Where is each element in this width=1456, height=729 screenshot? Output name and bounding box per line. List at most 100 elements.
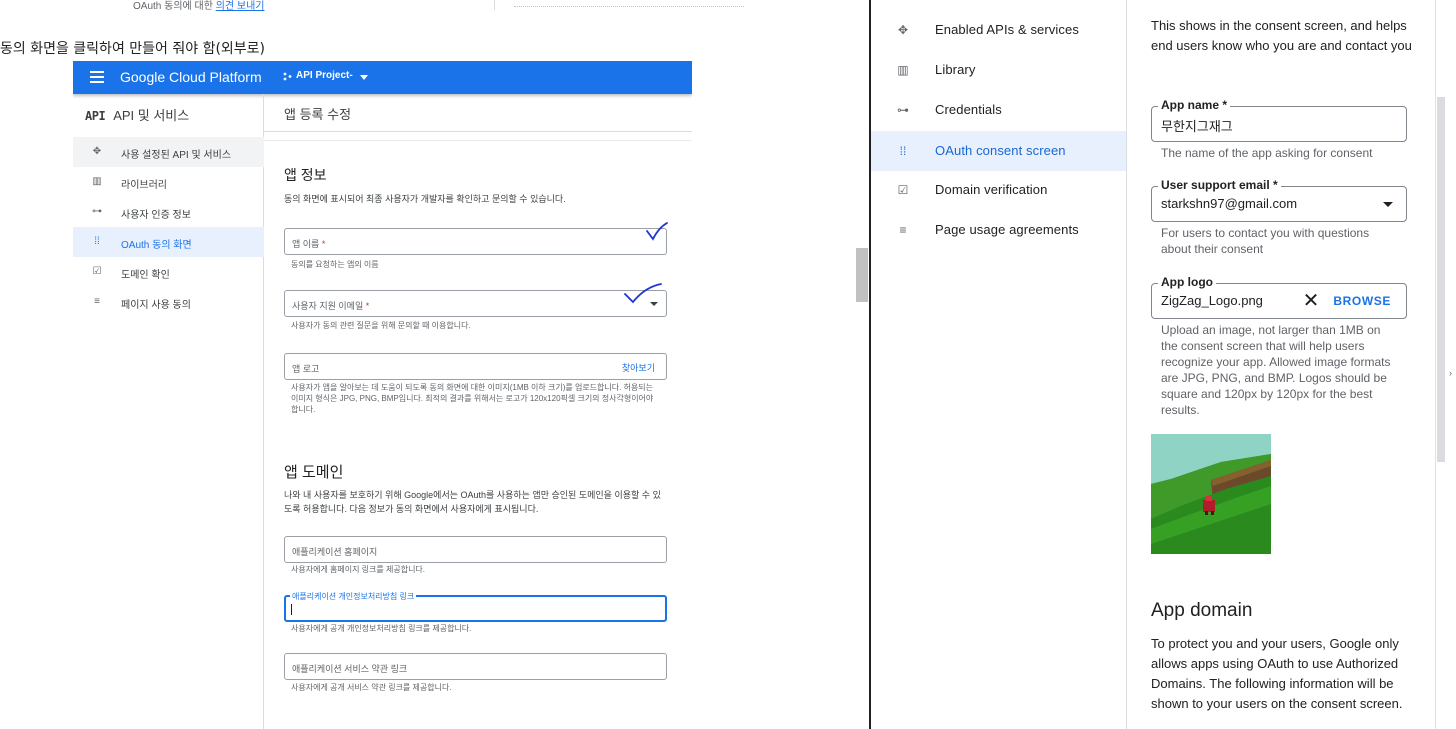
privacy-policy-label: 애플리케이션 개인정보처리방침 링크 [290, 591, 417, 602]
app-domain-desc: 나와 내 사용자를 보호하기 위해 Google에서는 OAuth를 사용하는 … [284, 490, 661, 514]
homepage-hint: 사용자에게 홈페이지 링크를 제공합니다. [291, 565, 426, 574]
terms-placeholder: 애플리케이션 서비스 약관 링크 [292, 664, 408, 674]
sidebar-item-library[interactable]: ▥ Library [871, 50, 1126, 90]
terms-of-service-field[interactable]: 애플리케이션 서비스 약관 링크 [284, 653, 667, 680]
chevron-right-icon: › [1449, 368, 1452, 378]
terms-hint: 사용자에게 공개 서비스 약관 링크를 제공합니다. [291, 683, 452, 692]
sidebar-item-library[interactable]: ▥ 라이브러리 [73, 167, 264, 197]
app-logo-hint: 사용자가 앱을 알아보는 데 도움이 되도록 동의 화면에 대한 이미지(1MB… [291, 383, 654, 414]
scrollbar-track[interactable] [855, 0, 870, 729]
page-title: 앱 등록 수정 [284, 107, 352, 122]
sidebar-item-label: Enabled APIs & services [935, 22, 1079, 37]
scrollbar-thumb[interactable] [856, 248, 868, 302]
sidebar-item-credentials[interactable]: ⊶ Credentials [871, 90, 1126, 130]
app-logo-hint: Upload an image, not larger than 1MB on … [1161, 323, 1391, 417]
app-logo-input[interactable]: App logo ZigZag_Logo.png ✕ BROWSE [1151, 275, 1407, 319]
sidebar-item-enabled-apis[interactable]: ✥ Enabled APIs & services [871, 10, 1126, 50]
checkbox-icon: ☑ [897, 183, 909, 197]
sidebar-item-label: 라이브러리 [121, 180, 167, 191]
checkmark-icon [646, 222, 668, 241]
app-info-title: 앱 정보 [284, 167, 327, 183]
sidebar-item-label: Page usage agreements [935, 222, 1079, 237]
privacy-policy-hint: 사용자에게 공개 개인정보처리방침 링크를 제공합니다. [291, 624, 472, 633]
divider [264, 140, 692, 141]
settings-list-icon: ≡ [899, 223, 907, 237]
sidebar-item-page-usage[interactable]: ≡ Page usage agreements [871, 210, 1126, 250]
app-logo-label: App logo [1158, 275, 1216, 289]
chevron-down-icon [1383, 202, 1393, 207]
app-domain-title: App domain [1151, 600, 1253, 621]
consent-form: This shows in the consent screen, and he… [1127, 0, 1435, 729]
doc-caption: 동의 화면을 클릭하여 만들어 줘야 함(외부로) [0, 41, 266, 57]
chevron-down-icon[interactable] [360, 75, 368, 80]
document-area: OAuth 동의에 대한 의견 보내기 동의 화면을 클릭하여 만들어 줘야 함… [0, 0, 855, 729]
privacy-policy-field[interactable]: 애플리케이션 개인정보처리방침 링크 [284, 591, 667, 622]
checkbox-icon: ☑ [92, 266, 102, 277]
support-email-select[interactable]: User support email * starkshn97@gmail.co… [1151, 178, 1407, 222]
support-email-field[interactable]: 사용자 지원 이메일 * [284, 290, 667, 317]
sidebar-item-label: 사용자 인증 정보 [121, 210, 191, 221]
api-services-title: API 및 서비스 [113, 108, 190, 123]
sidebar-item-domain-verification[interactable]: ☑ Domain verification [871, 170, 1126, 210]
api-icon: API [85, 109, 106, 123]
app-domain-title: 앱 도메인 [284, 464, 344, 481]
homepage-field[interactable]: 애플리케이션 홈페이지 [284, 536, 667, 563]
app-name-input[interactable]: App name * 무한지그재그 [1151, 98, 1407, 142]
project-icon [283, 72, 292, 81]
sidebar-item-label: Library [935, 62, 976, 77]
sidebar-item-label: Domain verification [935, 182, 1048, 197]
homepage-placeholder: 애플리케이션 홈페이지 [292, 547, 378, 557]
diamond-arrows-icon: ✥ [92, 146, 102, 157]
library-icon: ▥ [897, 63, 909, 77]
close-icon[interactable]: ✕ [1302, 291, 1320, 311]
app-info-desc: 동의 화면에 표시되어 최종 사용자가 개발자를 확인하고 문의할 수 있습니다… [284, 194, 566, 204]
oauth-dots-icon: ⁞⁞ [94, 236, 100, 247]
support-email-placeholder: 사용자 지원 이메일 * [292, 301, 370, 311]
checkmark-icon [624, 283, 662, 304]
app-logo-placeholder: 앱 로고 [292, 364, 320, 374]
browse-button[interactable]: BROWSE [1333, 294, 1391, 308]
sidebar-item-label: 페이지 사용 동의 [121, 300, 191, 311]
app-name-hint: 동의를 요청하는 앱의 이름 [291, 260, 379, 269]
browse-button[interactable]: 찾아보기 [622, 361, 655, 374]
sidebar-item-label: OAuth 동의 화면 [121, 240, 192, 251]
divider [264, 131, 692, 132]
text-cursor [291, 604, 292, 615]
feedback-note: OAuth 동의에 대한 의견 보내기 [133, 0, 264, 12]
sidebar-item-enabled-apis[interactable]: ✥ 사용 설정된 API 및 서비스 [73, 137, 264, 167]
sidebar-item-domain-verification[interactable]: ☑ 도메인 확인 [73, 257, 264, 287]
sidebar-item-credentials[interactable]: ⊶ 사용자 인증 정보 [73, 197, 264, 227]
app-name-label: App name * [1158, 98, 1231, 112]
app-logo-field[interactable]: 앱 로고 찾아보기 [284, 353, 667, 380]
support-email-hint: 사용자가 동의 관련 질문을 위해 문의할 때 이용합니다. [291, 321, 471, 330]
support-email-value: starkshn97@gmail.com [1161, 196, 1298, 211]
sidebar-item-label: 도메인 확인 [121, 270, 170, 281]
feedback-note-text: OAuth 동의에 대한 [133, 1, 213, 12]
embedded-gcp-screenshot: Google Cloud Platform API Project- API AP… [73, 61, 692, 729]
settings-list-icon: ≡ [94, 296, 100, 307]
gcp-brand[interactable]: Google Cloud Platform [120, 69, 262, 85]
console-sidebar: ✥ Enabled APIs & services ▥ Library ⊶ Cr… [871, 0, 1127, 729]
sidebar-item-oauth-consent[interactable]: ⁞⁞ OAuth 동의 화면 [73, 227, 264, 257]
sidebar-item-label: 사용 설정된 API 및 서비스 [121, 150, 232, 161]
gcp-header-bar: Google Cloud Platform API Project- [73, 61, 692, 94]
app-name-value: 무한지그재그 [1161, 119, 1233, 134]
support-email-hint: For users to contact you with questions … [1161, 226, 1370, 256]
key-icon: ⊶ [897, 103, 909, 117]
sidebar-item-page-usage[interactable]: ≡ 페이지 사용 동의 [73, 287, 264, 317]
api-services-heading: API API 및 서비스 [85, 105, 189, 124]
sidebar-item-oauth-consent[interactable]: ⁞⁞ OAuth consent screen [871, 131, 1126, 171]
sidebar-item-label: Credentials [935, 102, 1002, 117]
key-icon: ⊶ [92, 206, 102, 217]
diamond-arrows-icon: ✥ [897, 23, 909, 37]
divider [494, 0, 495, 10]
feedback-link[interactable]: 의견 보내기 [216, 1, 265, 12]
menu-icon[interactable] [90, 71, 104, 83]
scrollbar-thumb[interactable] [1437, 97, 1445, 462]
app-name-field[interactable]: 앱 이름 * [284, 228, 667, 255]
app-name-hint: The name of the app asking for consent [1161, 146, 1373, 160]
project-selector[interactable]: API Project- [296, 70, 353, 81]
oauth-dots-icon: ⁞⁞ [899, 144, 907, 158]
library-icon: ▥ [92, 176, 102, 187]
app-logo-filename: ZigZag_Logo.png [1161, 293, 1263, 308]
